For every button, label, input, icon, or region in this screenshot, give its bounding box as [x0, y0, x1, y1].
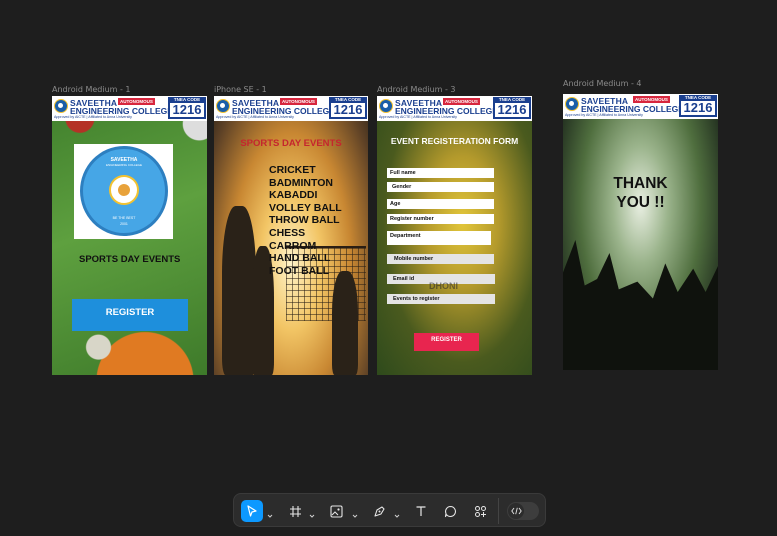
sport-item: BADMINTON	[269, 176, 333, 189]
college-banner: SAVEETHA AUTONOMOUS ENGINEERING COLLEGE …	[52, 96, 207, 121]
chevron-down-icon[interactable]	[309, 506, 315, 524]
pen-tool-button[interactable]	[369, 500, 389, 522]
frame-label-iphone-se-1[interactable]: iPhone SE - 1	[214, 85, 267, 94]
banner-approved-text: Approved by AICTE | Affiliated to Anna U…	[216, 115, 294, 119]
background-jersey-text: DHONI	[429, 281, 458, 291]
sport-item: KABADDI	[269, 189, 318, 202]
register-submit-button[interactable]: REGISTER	[414, 333, 479, 351]
sport-item: CARROM	[269, 239, 317, 252]
frame-android-medium-4[interactable]: THANK YOU !! SAVEETHA AUTONOMOUS ENGINEE…	[563, 94, 718, 370]
sport-item: FOOT BALL	[269, 264, 330, 277]
college-seal-icon	[379, 99, 393, 113]
logo-gear-icon	[118, 184, 130, 196]
frame-label-android-medium-1[interactable]: Android Medium - 1	[52, 85, 131, 94]
text-icon	[415, 505, 427, 517]
college-seal-icon	[54, 99, 68, 113]
tnea-code: 1216	[170, 103, 204, 117]
thank-you-line-1: THANK	[613, 175, 668, 192]
tnea-code-badge: TNEA CODE 1216	[329, 97, 367, 119]
toolbar-divider	[498, 498, 499, 524]
college-seal-icon	[565, 97, 579, 111]
tnea-code-badge: TNEA CODE 1216	[493, 97, 531, 119]
sport-item: CRICKET	[269, 164, 316, 176]
department-field[interactable]: Department	[387, 231, 491, 245]
logo-year: 2001	[120, 222, 128, 226]
cursor-arrow-icon	[246, 505, 258, 517]
chevron-down-icon[interactable]	[267, 506, 273, 524]
actions-tool-button[interactable]	[470, 500, 490, 522]
frame-hash-icon	[289, 505, 302, 518]
banner-autonomous-badge: AUTONOMOUS	[443, 98, 480, 105]
design-toolbar	[233, 493, 546, 527]
components-plus-icon	[474, 505, 487, 518]
text-tool-button[interactable]	[411, 500, 431, 522]
thank-you-line-2: YOU !!	[616, 194, 665, 211]
frame-iphone-se-1[interactable]: SPORTS DAY EVENTS CRICKET BADMINTON KABA…	[214, 96, 368, 375]
sport-item: THROW BALL	[269, 214, 340, 227]
image-tool-button[interactable]	[326, 500, 346, 522]
college-banner: SAVEETHA AUTONOMOUS ENGINEERING COLLEGE …	[214, 96, 368, 121]
banner-approved-text: Approved by AICTE | Affiliated to Anna U…	[565, 113, 643, 117]
sport-item: HAND BALL	[269, 252, 331, 265]
sports-day-headline: SPORTS DAY EVENTS	[240, 138, 342, 149]
frame-android-medium-1[interactable]: SAVEETHA AUTONOMOUS ENGINEERING COLLEGE …	[52, 96, 207, 375]
sports-day-events-title: SPORTS DAY EVENTS	[79, 254, 181, 265]
logo-college-subtitle: ENGINEERING COLLEGE	[105, 163, 142, 167]
register-button[interactable]: REGISTER	[72, 299, 188, 331]
mobile-number-field[interactable]: Mobile number	[387, 254, 494, 264]
logo-motto: BE THE BEST	[112, 216, 136, 220]
tnea-code: 1216	[681, 101, 715, 115]
sport-item: CHESS	[269, 226, 306, 239]
image-icon	[329, 504, 343, 518]
tnea-code-badge: TNEA CODE 1216	[168, 97, 206, 119]
banner-approved-text: Approved by AICTE | Affiliated to Anna U…	[379, 115, 457, 119]
age-field[interactable]: Age	[387, 199, 494, 209]
gender-field[interactable]: Gender	[387, 182, 494, 192]
dev-mode-toggle[interactable]	[507, 502, 539, 520]
college-banner: SAVEETHA AUTONOMOUS ENGINEERING COLLEGE …	[377, 96, 532, 121]
frame-label-android-medium-4[interactable]: Android Medium - 4	[563, 79, 642, 88]
banner-autonomous-badge: AUTONOMOUS	[633, 96, 670, 103]
comment-bubble-icon	[444, 505, 457, 518]
comment-tool-button[interactable]	[440, 500, 460, 522]
frame-android-medium-3[interactable]: SAVEETHA AUTONOMOUS ENGINEERING COLLEGE …	[377, 96, 532, 375]
registration-form-title: EVENT REGISTERATION FORM	[390, 136, 519, 146]
player-silhouette	[332, 271, 358, 375]
college-banner: SAVEETHA AUTONOMOUS ENGINEERING COLLEGE …	[563, 94, 718, 119]
chevron-down-icon[interactable]	[352, 506, 358, 524]
frame-label-android-medium-3[interactable]: Android Medium - 3	[377, 85, 456, 94]
register-number-field[interactable]: Register number	[387, 214, 494, 224]
banner-approved-text: Approved by AICTE | Affiliated to Anna U…	[54, 115, 132, 119]
events-to-register-field[interactable]: Events to register	[387, 294, 495, 304]
cheering-crowd-silhouette	[563, 240, 718, 370]
sport-item: VOLLEY BALL	[269, 201, 342, 214]
move-tool-button[interactable]	[241, 500, 263, 522]
code-brackets-icon	[508, 503, 524, 519]
banner-autonomous-badge: AUTONOMOUS	[280, 98, 317, 105]
tnea-code: 1216	[495, 103, 529, 117]
college-seal-icon	[216, 99, 230, 113]
thank-you-message: THANK YOU !!	[563, 174, 718, 212]
tnea-code-badge: TNEA CODE 1216	[679, 95, 717, 117]
sports-list: CRICKET BADMINTON KABADDI VOLLEY BALL TH…	[269, 164, 342, 277]
frame-tool-button[interactable]	[285, 500, 305, 522]
pen-icon	[373, 505, 386, 518]
banner-autonomous-badge: AUTONOMOUS	[118, 98, 155, 105]
college-logo: SAVEETHA ENGINEERING COLLEGE BE THE BEST…	[74, 144, 173, 239]
full-name-field[interactable]: Full name	[387, 168, 494, 178]
tnea-code: 1216	[331, 103, 365, 117]
player-silhouette	[222, 206, 256, 375]
chevron-down-icon[interactable]	[394, 506, 400, 524]
